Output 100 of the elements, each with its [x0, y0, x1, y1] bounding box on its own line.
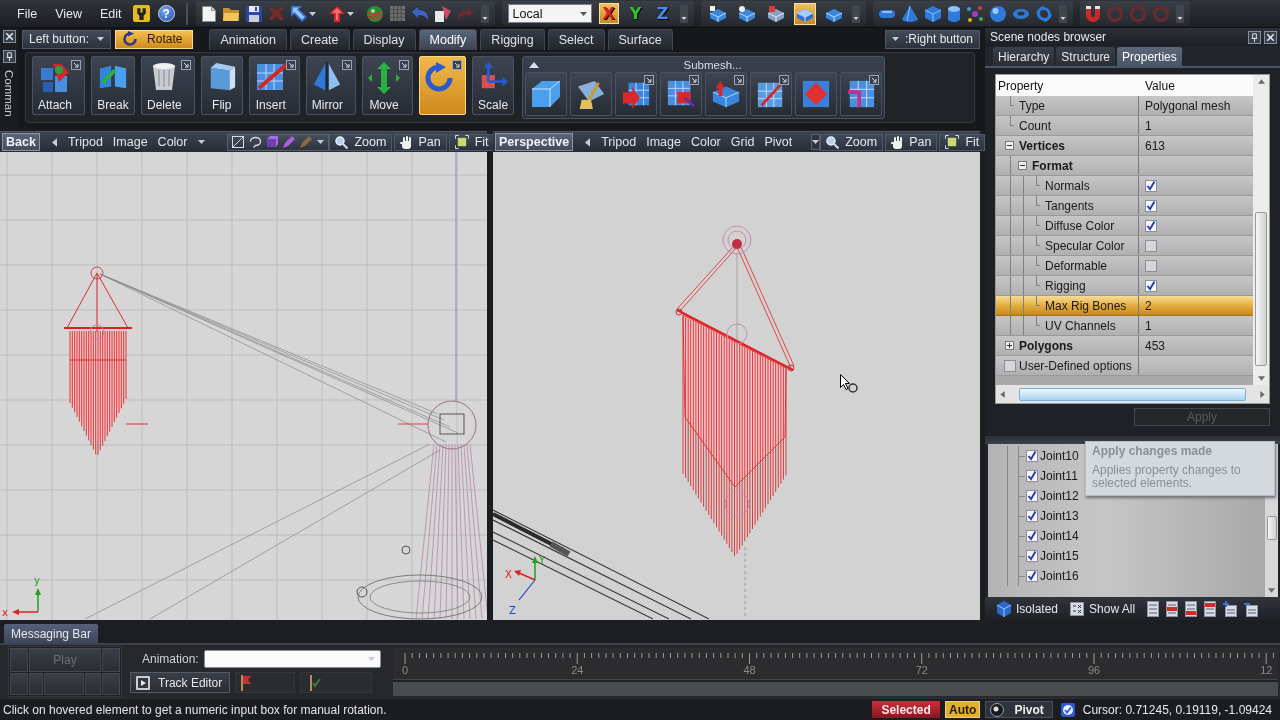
caret-icon[interactable]	[346, 11, 354, 16]
property-row[interactable]: Normals	[996, 176, 1253, 196]
auto-badge[interactable]: Auto	[945, 701, 981, 718]
expand-corner-icon[interactable]	[644, 75, 655, 85]
column-header[interactable]: Property	[996, 78, 1139, 93]
checkbox[interactable]	[1004, 359, 1016, 372]
dots-icon[interactable]	[966, 5, 983, 22]
tab[interactable]: Properties	[1117, 47, 1182, 66]
selection-mode-button[interactable]	[793, 2, 816, 25]
fit-button[interactable]: Fit	[939, 133, 986, 151]
pan-button[interactable]: Pan	[885, 133, 938, 151]
scroll-down-icon[interactable]	[1257, 376, 1265, 381]
axis-button[interactable]: Y	[625, 3, 646, 24]
view-menu-item[interactable]: Image	[641, 135, 686, 149]
property-row[interactable]: User-Defined options	[996, 356, 1253, 376]
property-row[interactable]: Diffuse Color	[996, 216, 1253, 236]
scrollbar-thumb[interactable]	[1255, 212, 1267, 366]
caret-icon[interactable]	[308, 11, 316, 16]
scale-button[interactable]: Scale	[472, 56, 515, 115]
triangle-up-icon[interactable]	[529, 61, 540, 68]
plus-box-icon[interactable]	[1005, 341, 1014, 350]
checkbox[interactable]	[1145, 219, 1157, 232]
list-minus-icon[interactable]	[1244, 600, 1259, 617]
property-row[interactable]: Specular Color	[996, 236, 1253, 256]
submesh-tool-button[interactable]	[615, 72, 658, 116]
knot-icon[interactable]	[1035, 5, 1052, 22]
checkbox[interactable]	[1026, 470, 1038, 482]
list-icon[interactable]	[1185, 600, 1198, 617]
space-dropdown[interactable]: Local	[507, 4, 592, 23]
toolbar-button[interactable]: Show All	[1070, 601, 1136, 616]
flag-button[interactable]	[300, 672, 373, 693]
track-editor-button[interactable]: Track Editor	[130, 672, 231, 693]
checkbox[interactable]	[1026, 450, 1038, 462]
view-name-button[interactable]: Back	[2, 133, 40, 151]
triangle-left-icon[interactable]	[51, 137, 57, 147]
expand-corner-icon[interactable]	[285, 60, 296, 70]
view-menu-item[interactable]: Pivot	[759, 135, 798, 149]
property-row[interactable]: Polygons 453	[996, 336, 1253, 356]
pivot-button[interactable]: Pivot	[985, 701, 1053, 718]
grid-icon[interactable]	[389, 6, 405, 21]
figure-icon[interactable]	[132, 5, 150, 22]
scroll-left-icon[interactable]	[1000, 390, 1005, 398]
insert-button[interactable]: Insert	[248, 56, 300, 115]
checkbox[interactable]	[1145, 239, 1157, 252]
submesh-tool-button[interactable]	[795, 72, 838, 116]
sphere-icon[interactable]	[989, 5, 1006, 22]
submesh-tool-button[interactable]	[525, 72, 568, 116]
rotate-button[interactable]	[419, 56, 467, 115]
node-label[interactable]: Joint11	[1040, 469, 1078, 483]
document-icon[interactable]	[201, 5, 216, 22]
attach-button[interactable]: Attach	[32, 56, 86, 115]
node-label[interactable]: Joint15	[1040, 549, 1079, 563]
view-menu-item[interactable]: Tripod	[596, 135, 642, 149]
view-menu-item[interactable]: Grid	[725, 135, 760, 149]
axis-button[interactable]: Z	[652, 3, 673, 24]
submesh-tool-button[interactable]	[705, 72, 748, 116]
property-row[interactable]: Max Rig Bones 2	[996, 296, 1253, 316]
expand-corner-icon[interactable]	[180, 60, 191, 70]
overflow-icon[interactable]	[480, 4, 489, 23]
flip-button[interactable]: Flip	[200, 56, 243, 115]
node-label[interactable]: Joint14	[1040, 529, 1079, 543]
tab[interactable]: Hierarchy	[993, 47, 1055, 66]
tab[interactable]: Structure	[1056, 47, 1116, 66]
view-menu-item[interactable]: Tripod	[62, 135, 108, 149]
triangle-left-icon[interactable]	[585, 137, 591, 147]
column-header[interactable]: Value	[1139, 78, 1253, 93]
expand-corner-icon[interactable]	[71, 60, 82, 70]
property-row[interactable]: Format	[996, 156, 1253, 176]
pan-button[interactable]: Pan	[394, 133, 447, 151]
animation-dropdown[interactable]	[203, 650, 381, 668]
checkbox[interactable]	[1026, 490, 1038, 502]
tab[interactable]: Select	[547, 29, 605, 50]
left-button-dropdown[interactable]: Left button:	[22, 29, 112, 49]
zoom-button[interactable]: Zoom	[329, 133, 393, 151]
property-row[interactable]: Type Polygonal mesh	[996, 96, 1253, 116]
view-name-button[interactable]: Perspective	[495, 133, 574, 151]
arrow-icon[interactable]	[290, 5, 307, 22]
zoom-button[interactable]: Zoom	[820, 133, 884, 151]
tab[interactable]: Messaging Bar	[4, 624, 99, 643]
square-icon[interactable]	[232, 136, 245, 148]
property-row[interactable]: Rigging	[996, 276, 1253, 296]
viewport-canvas[interactable]: Y X Z	[493, 152, 980, 620]
scroll-right-icon[interactable]	[1260, 390, 1265, 398]
pin-icon[interactable]	[1248, 30, 1261, 44]
minus-box-icon[interactable]	[1018, 161, 1027, 170]
rotate-mode-button[interactable]: Rotate	[115, 29, 194, 49]
scroll-down-icon[interactable]	[1268, 588, 1275, 593]
overflow-icon[interactable]	[851, 4, 860, 23]
tab[interactable]: Animation	[209, 29, 287, 50]
list-icon[interactable]	[1166, 600, 1179, 617]
expand-corner-icon[interactable]	[399, 60, 410, 70]
node-label[interactable]: Joint10	[1040, 449, 1079, 463]
overflow-icon[interactable]	[1175, 4, 1184, 23]
submesh-tool-button[interactable]	[660, 72, 703, 116]
expand-corner-icon[interactable]	[452, 60, 463, 70]
cube-icon[interactable]	[924, 5, 941, 22]
break-button[interactable]: Break	[91, 56, 136, 115]
cone-icon[interactable]	[901, 5, 918, 22]
overflow-icon[interactable]	[1058, 4, 1067, 23]
pin-icon[interactable]	[2, 50, 16, 63]
